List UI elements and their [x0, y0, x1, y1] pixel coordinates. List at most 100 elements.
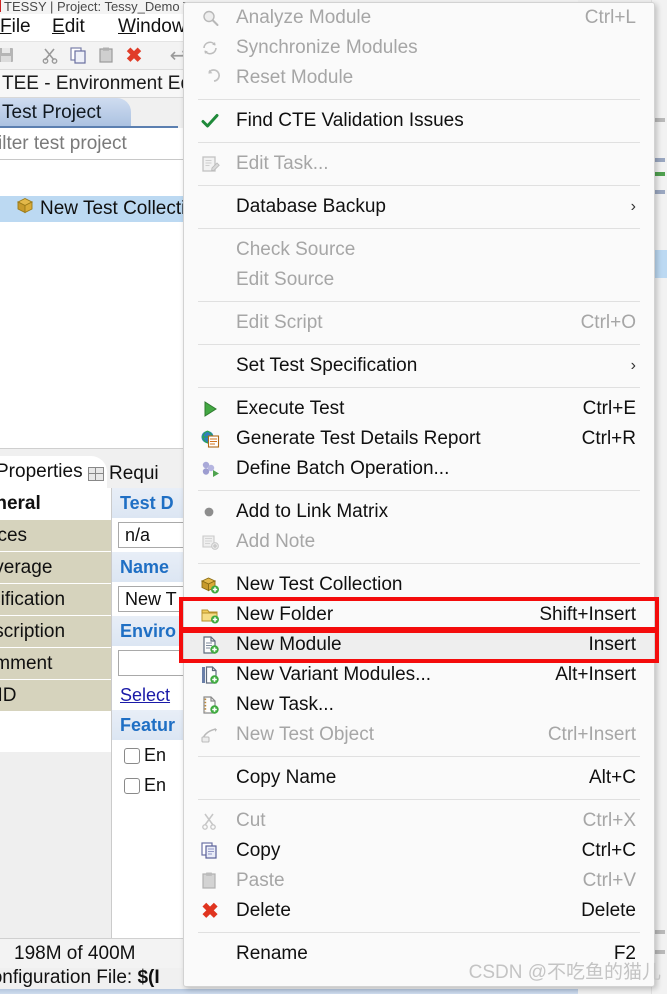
menu-item-copy[interactable]: Copy Ctrl+C [184, 836, 654, 866]
menubar-window-rest: indow [135, 16, 186, 37]
menu-separator [198, 228, 640, 229]
menu-item-new-module[interactable]: New Module Insert [184, 630, 654, 660]
copy-icon[interactable] [68, 46, 88, 66]
menu-item-label: New Folder [236, 604, 334, 625]
menu-item-new-test-object: New Test Object Ctrl+Insert [184, 720, 654, 750]
sliver-mark [655, 950, 665, 954]
checkbox-icon[interactable] [124, 748, 140, 764]
cut-icon[interactable] [40, 46, 60, 66]
property-checkbox-8[interactable]: En [112, 740, 190, 770]
properties-section-5[interactable]: Comment [0, 648, 111, 680]
menu-item-label: Generate Test Details Report [236, 428, 481, 449]
new-test-collection-icon [184, 575, 236, 595]
dot-icon [184, 502, 236, 522]
menu-item-shortcut: Alt+C [589, 767, 636, 788]
property-input-3[interactable]: New T [118, 586, 190, 612]
menu-item-shortcut: Alt+Insert [555, 664, 636, 685]
new-task-icon [184, 695, 236, 715]
menu-item-shortcut: Insert [588, 634, 636, 655]
menu-item-new-task[interactable]: New Task... [184, 690, 654, 720]
menu-item-execute-test[interactable]: Execute Test Ctrl+E [184, 394, 654, 424]
menubar-item-window[interactable]: Window [118, 16, 186, 38]
property-link-6[interactable]: Select [112, 680, 190, 710]
menu-item-label: New Variant Modules... [236, 664, 432, 685]
note-icon [184, 532, 236, 552]
sliver-mark [655, 190, 665, 194]
properties-section-label: UUID [0, 685, 17, 706]
menu-item-new-variant-modules[interactable]: New Variant Modules... Alt+Insert [184, 660, 654, 690]
menu-item-delete[interactable]: ✖ Delete Delete [184, 896, 654, 926]
chevron-right-icon: › [630, 357, 636, 374]
menu-item-edit-task: Edit Task... [184, 149, 654, 179]
tab-requirements[interactable]: Requi [88, 460, 159, 488]
properties-section-1[interactable]: ources [0, 520, 111, 552]
delete-icon[interactable]: ✖ [124, 46, 144, 66]
menu-item-find-cte-validation-issues[interactable]: Find CTE Validation Issues [184, 106, 654, 136]
menu-item-add-note: Add Note [184, 527, 654, 557]
menubar-item-file[interactable]: File [0, 16, 31, 38]
menu-item-shortcut: Ctrl+L [584, 7, 636, 28]
properties-section-0[interactable]: General [0, 488, 111, 520]
menu-separator [198, 932, 640, 933]
menu-item-shortcut: Ctrl+C [581, 840, 636, 861]
menu-item-label: Edit Source [236, 269, 335, 290]
menu-item-set-test-specification[interactable]: Set Test Specification › [184, 351, 654, 381]
menu-separator [198, 563, 640, 564]
window-bottom-edge [0, 989, 578, 994]
menu-item-shortcut: Ctrl+E [582, 398, 636, 419]
menu-item-edit-script: Edit Script Ctrl+O [184, 308, 654, 338]
properties-section-6[interactable]: UUID [0, 680, 111, 712]
menu-item-add-to-link-matrix[interactable]: Add to Link Matrix [184, 497, 654, 527]
menu-item-label: Set Test Specification [236, 355, 418, 376]
menu-separator [198, 344, 640, 345]
menu-item-shortcut: Delete [581, 900, 636, 921]
sliver-mark [655, 172, 665, 176]
property-group-header-2: Name [112, 552, 190, 582]
context-menu[interactable]: Analyze Module Ctrl+L Synchronize Modules R… [183, 2, 655, 987]
properties-section-list: General ources Coverage pecification Descrip… [0, 488, 112, 938]
property-group-header-0: Test D [112, 488, 190, 518]
menu-item-generate-test-details-report[interactable]: Generate Test Details Report Ctrl+R [184, 424, 654, 454]
menubar-edit-rest: dit [64, 16, 85, 37]
menu-item-label: New Test Object [236, 724, 374, 745]
properties-section-label: Description [0, 621, 66, 642]
menu-separator [198, 301, 640, 302]
menu-item-new-folder[interactable]: New Folder Shift+Insert [184, 600, 654, 630]
properties-section-2[interactable]: Coverage [0, 552, 111, 584]
properties-section-3[interactable]: pecification [0, 584, 111, 616]
property-checkbox-9[interactable]: En [112, 770, 190, 800]
paste-icon[interactable] [96, 46, 116, 66]
menu-item-label: Database Backup [236, 196, 386, 217]
menu-item-copy-name[interactable]: Copy Name Alt+C [184, 763, 654, 793]
menu-item-shortcut: Ctrl+O [580, 312, 636, 333]
new-test-object-icon [184, 725, 236, 745]
properties-section-4[interactable]: Description [0, 616, 111, 648]
menu-item-shortcut: Ctrl+R [581, 428, 636, 449]
menu-separator [198, 490, 640, 491]
sliver-mark [655, 930, 665, 934]
menu-item-label: Edit Script [236, 312, 323, 333]
menu-item-label: Execute Test [236, 398, 345, 419]
menu-item-check-source: Check Source [184, 235, 654, 265]
menu-item-label: New Module [236, 634, 342, 655]
menubar-item-edit[interactable]: Edit [52, 16, 85, 38]
menu-item-synchronize-modules: Synchronize Modules [184, 33, 654, 63]
property-checkbox-label: En [144, 775, 167, 795]
menu-item-label: New Test Collection [236, 574, 403, 595]
menu-item-define-batch-operation[interactable]: Define Batch Operation... [184, 454, 654, 484]
menu-item-new-test-collection[interactable]: New Test Collection [184, 570, 654, 600]
tessy-logo-icon [0, 0, 1, 12]
checkbox-icon[interactable] [124, 778, 140, 794]
chevron-right-icon: › [630, 198, 636, 215]
tab-test-project[interactable]: Test Project [0, 98, 132, 128]
save-icon[interactable] [0, 46, 16, 66]
new-module-icon [184, 635, 236, 655]
property-input-1[interactable]: n/a [118, 522, 190, 548]
menu-separator [198, 387, 640, 388]
menu-item-database-backup[interactable]: Database Backup › [184, 192, 654, 222]
properties-section-list-filler [0, 752, 111, 938]
menu-separator [198, 756, 640, 757]
property-input-5[interactable] [118, 650, 190, 676]
menu-item-cut: Cut Ctrl+X [184, 806, 654, 836]
menu-item-label: Reset Module [236, 67, 354, 88]
